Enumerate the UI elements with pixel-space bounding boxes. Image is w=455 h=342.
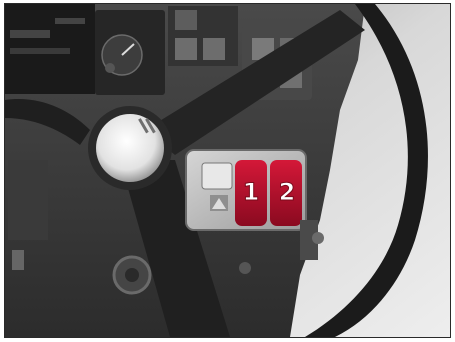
switch-1-label: 1 [243,178,260,206]
steering-hub [96,114,164,182]
cockpit-photo: 1 2 [5,4,450,337]
indicator-window [201,162,233,190]
switch-1: 1 [235,160,267,226]
switch-2-label: 2 [279,178,296,206]
switch-2: 2 [270,160,302,226]
